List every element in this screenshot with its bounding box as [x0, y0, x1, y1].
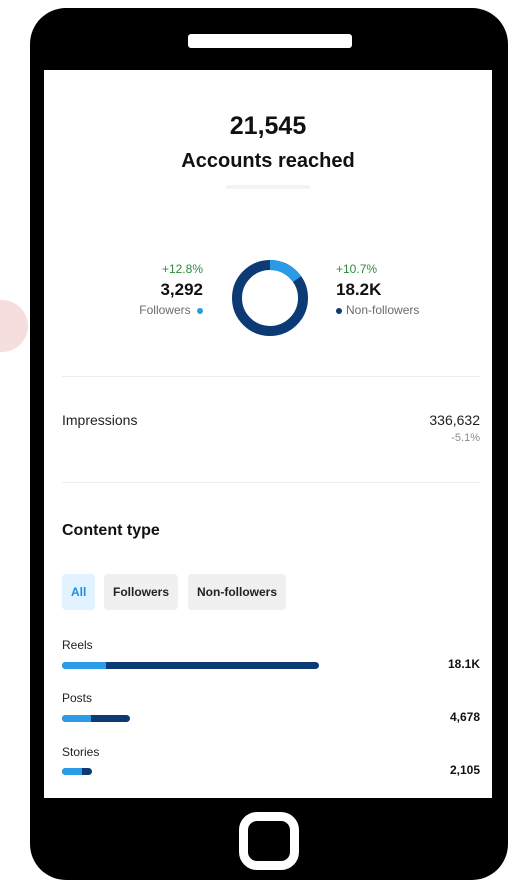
- home-button[interactable]: [239, 812, 299, 870]
- accounts-reached-count: 21,545: [229, 112, 307, 140]
- insights-screen: 21,545 Accounts reached +12.8% 3,292 Fol…: [44, 70, 492, 798]
- posts-value: 4,678: [449, 710, 480, 724]
- posts-label: Posts: [62, 691, 93, 705]
- reach-donut-chart: [232, 260, 308, 336]
- posts-followers-segment: [62, 715, 92, 722]
- content-type-title: Content type: [62, 522, 160, 539]
- non-followers-change: +10.7%: [336, 262, 378, 276]
- tab-followers[interactable]: Followers: [104, 574, 179, 610]
- reels-bar: [62, 662, 319, 669]
- followers-label: Followers: [139, 303, 191, 317]
- non-followers-label: Non-followers: [346, 303, 420, 317]
- impressions-change: -5.1%: [451, 432, 480, 444]
- divider: [62, 482, 480, 483]
- impressions-value: 336,632: [429, 412, 480, 428]
- divider: [62, 376, 480, 377]
- phone-frame: 21,545 Accounts reached +12.8% 3,292 Fol…: [30, 8, 508, 880]
- non-followers-stat: +10.7% 18.2K Non-followers: [336, 262, 419, 317]
- followers-legend-dot: [197, 307, 203, 314]
- stories-followers-segment: [62, 768, 82, 775]
- faint-divider: [226, 185, 310, 189]
- followers-change: +12.8%: [161, 262, 203, 276]
- stories-label: Stories: [62, 745, 100, 759]
- speaker-slot: [188, 34, 352, 48]
- non-followers-legend-dot: [336, 307, 342, 314]
- accounts-reached-label: Accounts reached: [181, 150, 355, 172]
- background-mark: [0, 300, 28, 352]
- reels-value: 18.1K: [447, 657, 480, 671]
- stories-value: 2,105: [449, 763, 480, 777]
- impressions-label: Impressions: [62, 412, 138, 428]
- reels-label: Reels: [62, 638, 93, 652]
- stories-bar: [62, 768, 93, 775]
- tab-all[interactable]: All: [62, 574, 96, 610]
- followers-stat: +12.8% 3,292 Followers: [139, 262, 203, 317]
- tab-non-followers[interactable]: Non-followers: [188, 574, 286, 610]
- posts-bar: [62, 715, 131, 722]
- non-followers-value: 18.2K: [336, 280, 382, 299]
- followers-value: 3,292: [160, 280, 203, 299]
- reels-followers-segment: [62, 662, 106, 669]
